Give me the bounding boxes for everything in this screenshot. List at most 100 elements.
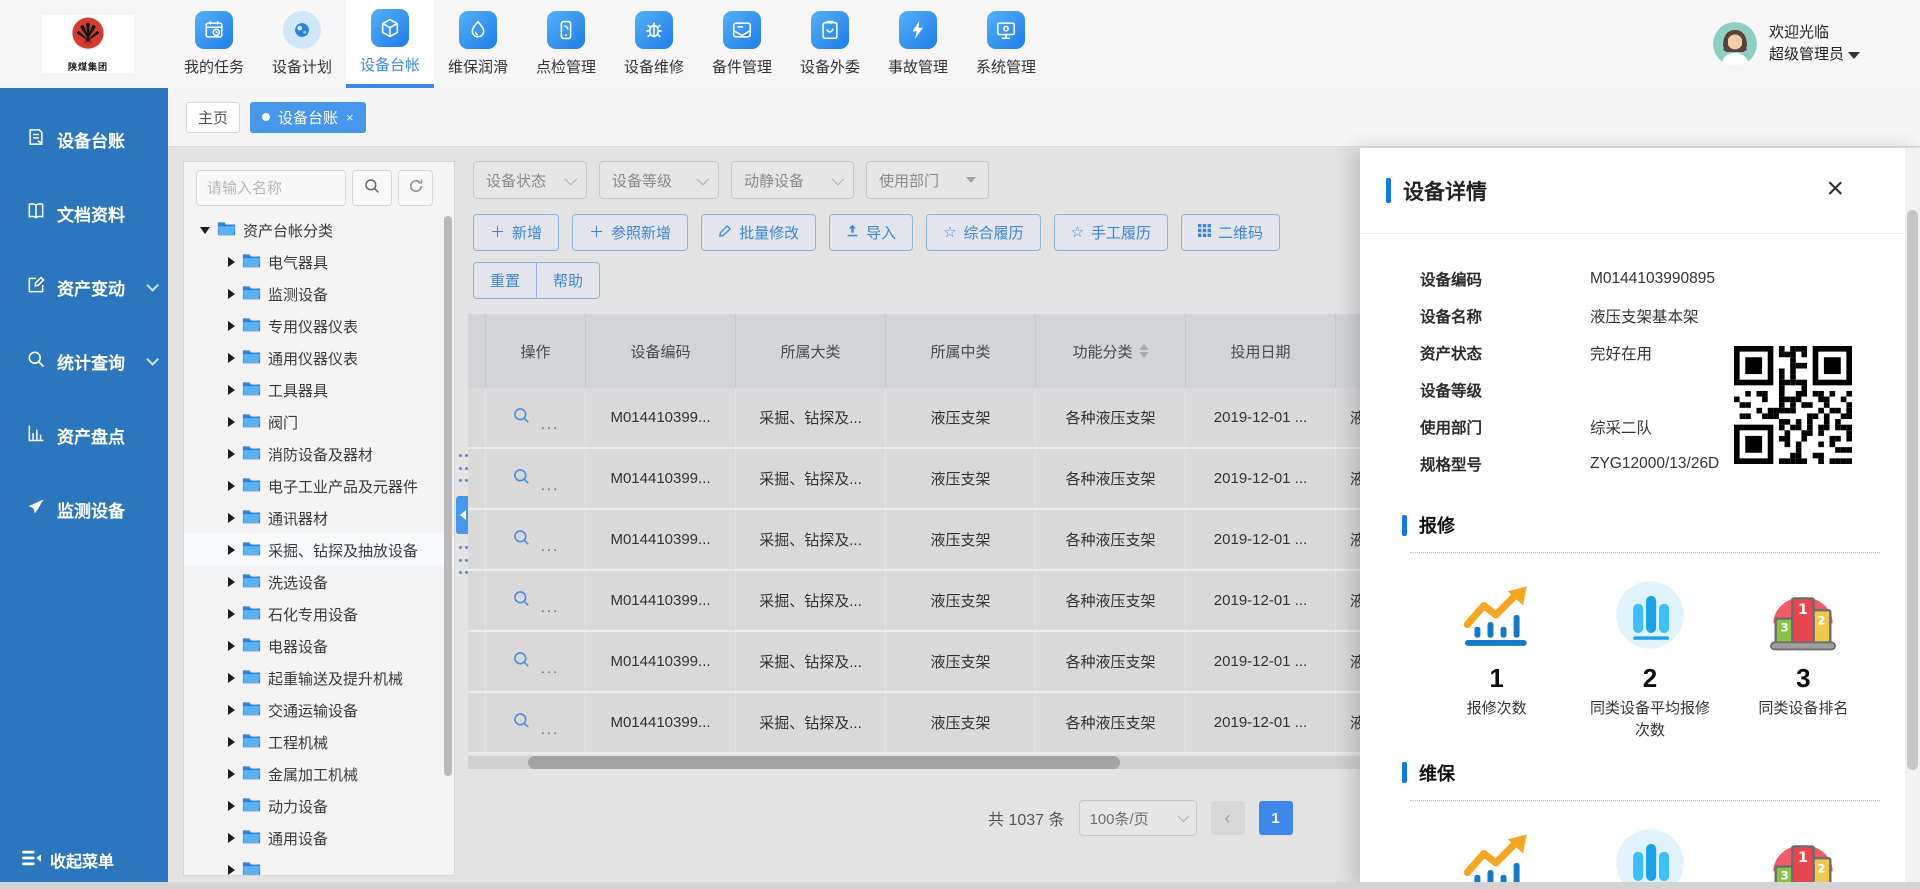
tree-node[interactable]: 起重输送及提升机械: [184, 662, 454, 694]
nav-item[interactable]: 设备维修: [610, 0, 698, 88]
reset-button[interactable]: 重置: [473, 262, 537, 299]
more-actions-button[interactable]: ...: [541, 538, 560, 555]
tree-collapsed-arrow-icon[interactable]: [228, 769, 235, 779]
tree-collapsed-arrow-icon[interactable]: [228, 801, 235, 811]
tab-home[interactable]: 主页: [186, 102, 240, 133]
tree-node[interactable]: 金属加工机械: [184, 758, 454, 790]
tree-node[interactable]: 工具器具: [184, 374, 454, 406]
tree-search-button[interactable]: [352, 170, 392, 206]
tree-collapsed-arrow-icon[interactable]: [228, 353, 235, 363]
table-row[interactable]: ... M014410399... 采掘、钻探及... 液压支架 各种液压支架 …: [468, 510, 1496, 571]
nav-item[interactable]: 设备计划: [258, 0, 346, 88]
table-row[interactable]: ... M014410399... 采掘、钻探及... 液压支架 各种液压支架 …: [468, 632, 1496, 693]
batch-edit-button[interactable]: 批量修改: [701, 214, 816, 251]
tree-node[interactable]: 通讯器材: [184, 502, 454, 534]
tree-collapsed-arrow-icon[interactable]: [228, 257, 235, 267]
sidebar-item[interactable]: 设备台账: [0, 122, 168, 156]
table-header-function-class[interactable]: 功能分类: [1036, 314, 1186, 388]
filter-dynamic-static[interactable]: 动静设备: [731, 161, 854, 199]
table-row[interactable]: ... M014410399... 采掘、钻探及... 液压支架 各种液压支架 …: [468, 388, 1496, 449]
sidebar-item[interactable]: 资产变动: [0, 270, 168, 304]
tree-node[interactable]: 洗选设备: [184, 566, 454, 598]
tree-node[interactable]: [184, 854, 454, 876]
tree-collapsed-arrow-icon[interactable]: [228, 417, 235, 427]
filter-device-level[interactable]: 设备等级: [599, 161, 719, 199]
tree-collapsed-arrow-icon[interactable]: [228, 865, 235, 875]
tree-collapsed-arrow-icon[interactable]: [228, 833, 235, 843]
view-detail-icon[interactable]: [512, 650, 531, 673]
tree-node[interactable]: 动力设备: [184, 790, 454, 822]
tree-root-node[interactable]: 资产台帐分类: [184, 214, 454, 246]
tree-node[interactable]: 工程机械: [184, 726, 454, 758]
tree-node[interactable]: 监测设备: [184, 278, 454, 310]
page-size-select[interactable]: 100条/页: [1079, 800, 1197, 836]
tab-close-icon[interactable]: ×: [346, 110, 354, 125]
page-number-button[interactable]: 1: [1259, 801, 1293, 835]
view-detail-icon[interactable]: [512, 589, 531, 612]
scrollbar-thumb[interactable]: [528, 756, 1120, 769]
tab-equipment-ledger[interactable]: 设备台账 ×: [250, 102, 366, 133]
tree-node[interactable]: 石化专用设备: [184, 598, 454, 630]
tree-collapsed-arrow-icon[interactable]: [228, 737, 235, 747]
tree-node[interactable]: 通用仪器仪表: [184, 342, 454, 374]
tree-collapsed-arrow-icon[interactable]: [228, 321, 235, 331]
nav-item[interactable]: 设备台帐: [346, 0, 434, 88]
tree-collapsed-arrow-icon[interactable]: [228, 705, 235, 715]
nav-item[interactable]: 设备外委: [786, 0, 874, 88]
more-actions-button[interactable]: ...: [541, 416, 560, 433]
tree-expanded-arrow-icon[interactable]: [200, 227, 210, 234]
tree-node[interactable]: 采掘、钻探及抽放设备: [184, 534, 454, 566]
sort-icon[interactable]: [1139, 344, 1149, 358]
more-actions-button[interactable]: ...: [541, 477, 560, 494]
tree-collapsed-arrow-icon[interactable]: [228, 513, 235, 523]
tree-collapsed-arrow-icon[interactable]: [228, 641, 235, 651]
drawer-scrollbar[interactable]: [1905, 148, 1920, 889]
avatar[interactable]: [1713, 22, 1757, 66]
user-role[interactable]: 超级管理员: [1769, 44, 1860, 67]
user-menu[interactable]: 欢迎光临 超级管理员: [1713, 0, 1920, 88]
tree-collapsed-arrow-icon[interactable]: [228, 545, 235, 555]
nav-item[interactable]: 系统管理: [962, 0, 1050, 88]
qrcode-button[interactable]: 二维码: [1181, 214, 1280, 251]
more-actions-button[interactable]: ...: [541, 721, 560, 738]
add-button[interactable]: ＋新增: [473, 214, 559, 251]
tree-refresh-button[interactable]: [398, 170, 433, 206]
manual-history-button[interactable]: ☆手工履历: [1054, 214, 1168, 251]
scrollbar-thumb[interactable]: [1907, 210, 1918, 770]
tree-collapsed-arrow-icon[interactable]: [228, 481, 235, 491]
table-row[interactable]: ... M014410399... 采掘、钻探及... 液压支架 各种液压支架 …: [468, 449, 1496, 510]
nav-item[interactable]: 点检管理: [522, 0, 610, 88]
more-actions-button[interactable]: ...: [541, 660, 560, 677]
tree-scrollbar[interactable]: [444, 216, 452, 776]
tree-node[interactable]: 交通运输设备: [184, 694, 454, 726]
view-detail-icon[interactable]: [512, 406, 531, 429]
sidebar-item[interactable]: 监测设备: [0, 492, 168, 526]
tree-collapsed-arrow-icon[interactable]: [228, 449, 235, 459]
tree-search-input[interactable]: [196, 170, 346, 206]
import-button[interactable]: 导入: [829, 214, 913, 251]
close-icon[interactable]: ×: [1826, 174, 1844, 204]
tree-collapsed-arrow-icon[interactable]: [228, 577, 235, 587]
nav-item[interactable]: 备件管理: [698, 0, 786, 88]
tree-collapsed-arrow-icon[interactable]: [228, 289, 235, 299]
nav-item[interactable]: 事故管理: [874, 0, 962, 88]
tree-node[interactable]: 电子工业产品及元器件: [184, 470, 454, 502]
add-by-reference-button[interactable]: ＋参照新增: [572, 214, 688, 251]
nav-item[interactable]: 我的任务: [170, 0, 258, 88]
view-detail-icon[interactable]: [512, 711, 531, 734]
tree-node[interactable]: 消防设备及器材: [184, 438, 454, 470]
view-detail-icon[interactable]: [512, 467, 531, 490]
previous-page-button[interactable]: ‹: [1211, 801, 1245, 835]
help-button[interactable]: 帮助: [537, 262, 600, 299]
comprehensive-history-button[interactable]: ☆综合履历: [926, 214, 1040, 251]
more-actions-button[interactable]: ...: [541, 599, 560, 616]
nav-item[interactable]: 维保润滑: [434, 0, 522, 88]
sidebar-item[interactable]: 统计查询: [0, 344, 168, 378]
tree-collapsed-arrow-icon[interactable]: [228, 385, 235, 395]
tree-node[interactable]: 电器设备: [184, 630, 454, 662]
filter-device-status[interactable]: 设备状态: [473, 161, 587, 199]
sidebar-item[interactable]: 资产盘点: [0, 418, 168, 452]
collapse-menu-button[interactable]: 收起菜单: [0, 848, 114, 872]
table-row[interactable]: ... M014410399... 采掘、钻探及... 液压支架 各种液压支架 …: [468, 571, 1496, 632]
table-row[interactable]: ... M014410399... 采掘、钻探及... 液压支架 各种液压支架 …: [468, 693, 1496, 754]
